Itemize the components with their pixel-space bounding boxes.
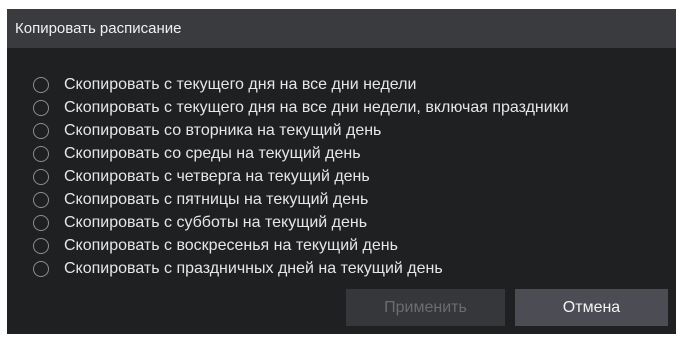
option-from-sunday[interactable]: Скопировать с воскресенья на текущий ден… bbox=[33, 236, 676, 259]
dialog-title: Копировать расписание bbox=[15, 20, 182, 37]
radio-button-icon[interactable] bbox=[33, 100, 49, 116]
radio-button-icon[interactable] bbox=[33, 77, 49, 93]
copy-schedule-dialog: Копировать расписание Скопировать с теку… bbox=[7, 9, 676, 334]
option-label: Скопировать с четверга на текущий день bbox=[64, 168, 370, 185]
option-from-saturday[interactable]: Скопировать с субботы на текущий день bbox=[33, 213, 676, 236]
option-label: Скопировать с текущего дня на все дни не… bbox=[64, 76, 417, 93]
option-label: Скопировать со вторника на текущий день bbox=[64, 122, 382, 139]
option-from-thursday[interactable]: Скопировать с четверга на текущий день bbox=[33, 167, 676, 190]
radio-button-icon[interactable] bbox=[33, 146, 49, 162]
option-label: Скопировать со среды на текущий день bbox=[64, 145, 361, 162]
option-label: Скопировать с пятницы на текущий день bbox=[64, 191, 369, 208]
apply-button[interactable]: Применить bbox=[346, 289, 505, 326]
option-current-to-all-week-incl-holidays[interactable]: Скопировать с текущего дня на все дни не… bbox=[33, 98, 676, 121]
option-current-to-all-week[interactable]: Скопировать с текущего дня на все дни не… bbox=[33, 75, 676, 98]
option-label: Скопировать с воскресенья на текущий ден… bbox=[64, 237, 398, 254]
radio-button-icon[interactable] bbox=[33, 169, 49, 185]
option-from-wednesday[interactable]: Скопировать со среды на текущий день bbox=[33, 144, 676, 167]
radio-button-icon[interactable] bbox=[33, 261, 49, 277]
radio-button-icon[interactable] bbox=[33, 238, 49, 254]
radio-button-icon[interactable] bbox=[33, 123, 49, 139]
cancel-button[interactable]: Отмена bbox=[515, 289, 668, 326]
option-from-friday[interactable]: Скопировать с пятницы на текущий день bbox=[33, 190, 676, 213]
option-label: Скопировать с текущего дня на все дни не… bbox=[64, 99, 569, 116]
option-label: Скопировать с праздничных дней на текущи… bbox=[64, 260, 443, 277]
option-from-holidays[interactable]: Скопировать с праздничных дней на текущи… bbox=[33, 259, 676, 282]
radio-button-icon[interactable] bbox=[33, 192, 49, 208]
option-from-tuesday[interactable]: Скопировать со вторника на текущий день bbox=[33, 121, 676, 144]
copy-options-radio-group: Скопировать с текущего дня на все дни не… bbox=[33, 75, 676, 282]
radio-button-icon[interactable] bbox=[33, 215, 49, 231]
dialog-titlebar: Копировать расписание bbox=[7, 9, 676, 48]
option-label: Скопировать с субботы на текущий день bbox=[64, 214, 368, 231]
